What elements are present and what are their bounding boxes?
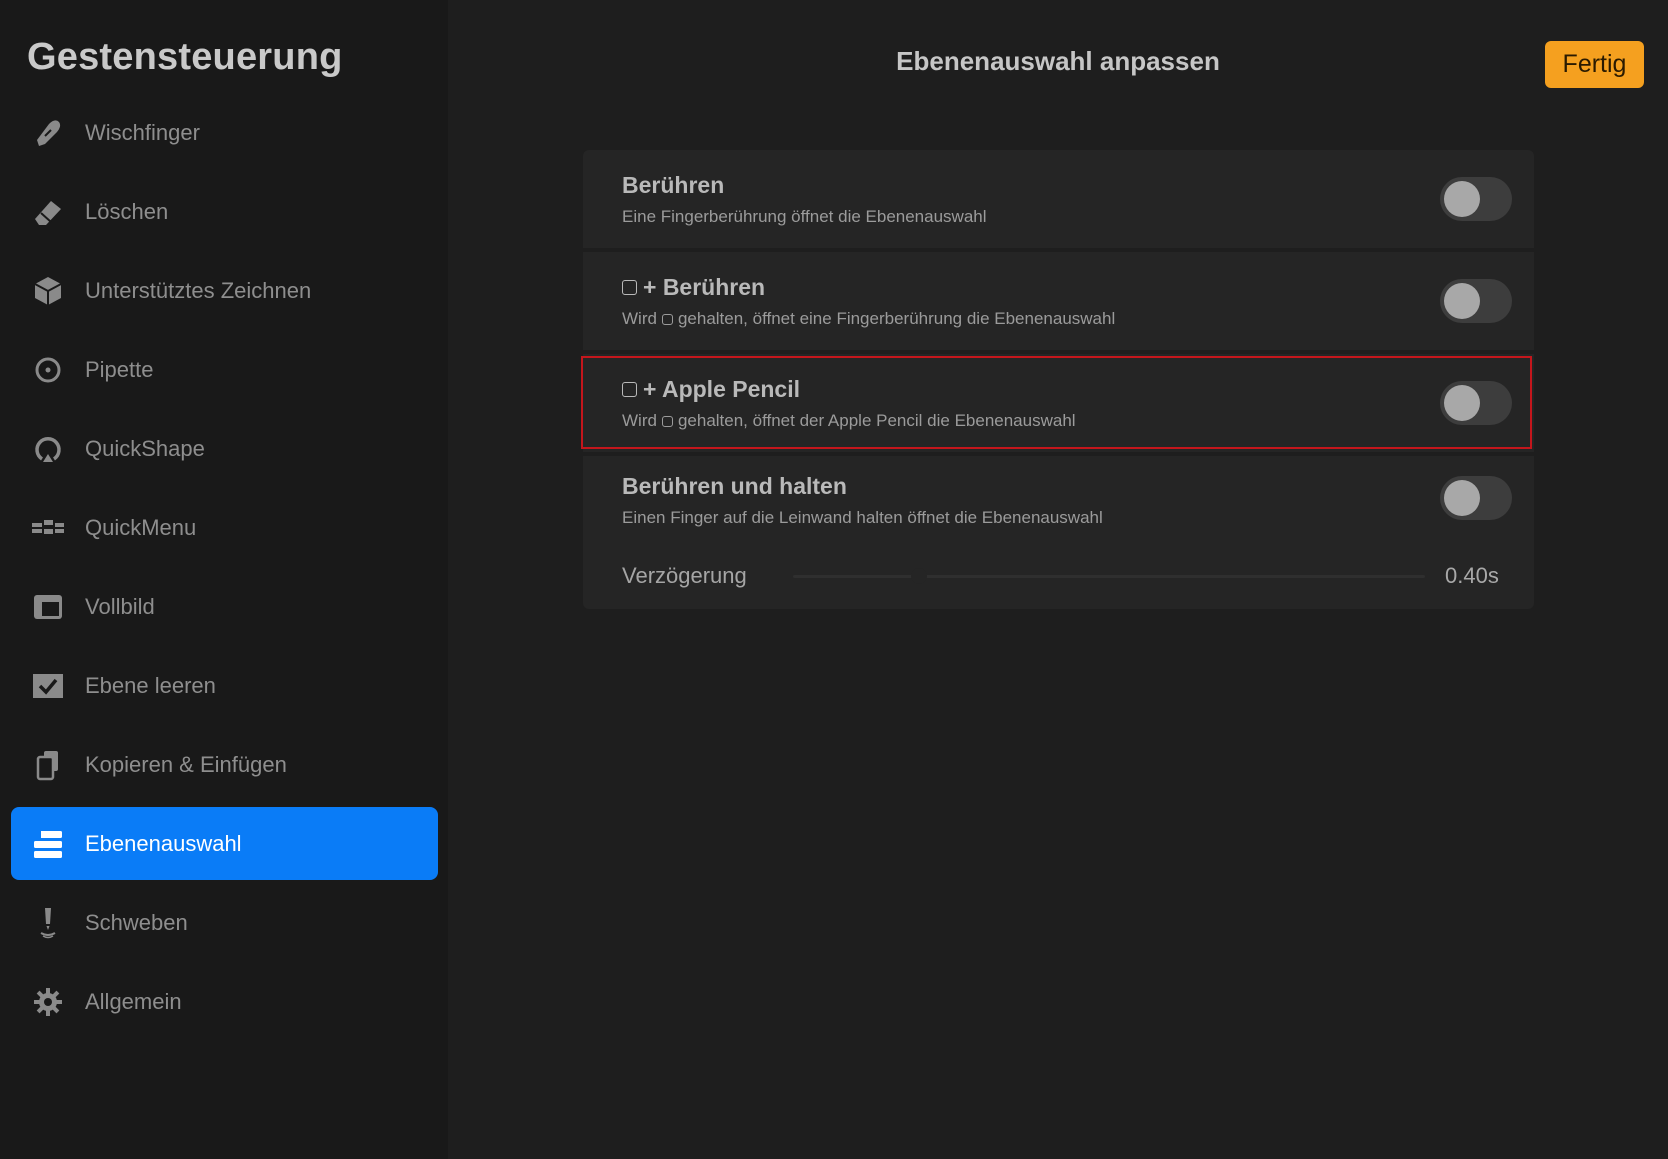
sidebar-item-label: Ebenenauswahl xyxy=(85,830,242,856)
setting-title-wrap: + Berühren xyxy=(622,274,765,301)
quickshape-icon xyxy=(25,426,71,472)
delay-label: Verzögerung xyxy=(622,563,747,588)
setting-subtitle: Eine Fingerberührung öffnet die Ebenenau… xyxy=(622,207,987,226)
sidebar-item-kopieren-einfuegen[interactable]: Kopieren & Einfügen xyxy=(11,728,438,801)
modifier-key-icon xyxy=(622,382,637,397)
quickmenu-icon xyxy=(25,505,71,551)
sidebar-item-label: Löschen xyxy=(85,198,169,224)
sidebar-item-allgemein[interactable]: Allgemein xyxy=(11,965,438,1038)
touch-and-hold-toggle[interactable] xyxy=(1440,476,1512,520)
sidebar-item-label: Pipette xyxy=(85,356,154,382)
sidebar-item-ebene-leeren[interactable]: Ebene leeren xyxy=(11,649,438,722)
toggle-knob xyxy=(1444,181,1480,217)
setting-subtitle-post: gehalten, öffnet der Apple Pencil die Eb… xyxy=(677,411,1076,430)
sidebar-item-label: QuickMenu xyxy=(85,514,197,540)
sidebar-item-label: Schweben xyxy=(85,909,188,935)
setting-subtitle-pre: Wird xyxy=(622,411,657,430)
setting-title-wrap: + Apple Pencil xyxy=(622,376,800,403)
gear-icon xyxy=(25,979,71,1025)
sidebar-item-label: Unterstütztes Zeichnen xyxy=(85,277,312,303)
done-button[interactable]: Fertig xyxy=(1545,41,1644,88)
sidebar-item-label: QuickShape xyxy=(85,435,205,461)
sidebar-item-label: Vollbild xyxy=(85,593,155,619)
modifier-touch-toggle[interactable] xyxy=(1440,279,1512,323)
modifier-key-icon xyxy=(661,415,673,427)
sidebar-item-vollbild[interactable]: Vollbild xyxy=(11,570,438,643)
delay-slider[interactable] xyxy=(793,575,1425,578)
sidebar: Gestensteuerung Wischfinger Löschen Unte… xyxy=(0,0,448,1159)
setting-subtitle-post: gehalten, öffnet eine Fingerberührung di… xyxy=(677,309,1116,328)
page-title: Ebenenauswahl anpassen xyxy=(896,46,1220,76)
modifier-key-icon xyxy=(622,280,637,295)
sidebar-item-quickshape[interactable]: QuickShape xyxy=(11,412,438,485)
setting-title: Berühren und halten xyxy=(622,473,847,499)
modifier-key-icon xyxy=(661,313,673,325)
eraser-icon xyxy=(25,189,71,235)
delay-value: 0.40s xyxy=(1445,563,1499,588)
sidebar-item-ebenenauswahl[interactable]: Ebenenauswahl xyxy=(11,807,438,880)
sidebar-item-wischfinger[interactable]: Wischfinger xyxy=(11,96,438,169)
sidebar-item-pipette[interactable]: Pipette xyxy=(11,333,438,406)
clear-layer-icon xyxy=(25,663,71,709)
toggle-knob xyxy=(1444,480,1480,516)
eyedropper-icon xyxy=(25,347,71,393)
setting-row-modifier-touch: + Berühren Wird gehalten, öffnet eine Fi… xyxy=(583,252,1534,350)
layer-select-icon xyxy=(25,821,71,867)
cube-icon xyxy=(25,268,71,314)
setting-subtitle: Einen Finger auf die Leinwand halten öff… xyxy=(622,508,1103,527)
sidebar-item-quickmenu[interactable]: QuickMenu xyxy=(11,491,438,564)
copy-paste-icon xyxy=(25,742,71,788)
sidebar-item-label: Ebene leeren xyxy=(85,672,216,698)
modifier-apple-pencil-toggle[interactable] xyxy=(1440,381,1512,425)
setting-row-modifier-apple-pencil: + Apple Pencil Wird gehalten, öffnet der… xyxy=(583,354,1534,452)
setting-subtitle-wrap: Wird gehalten, öffnet der Apple Pencil d… xyxy=(622,411,1076,431)
setting-row-touch: Berühren Eine Fingerberührung öffnet die… xyxy=(583,150,1534,248)
setting-title: Berühren xyxy=(622,172,725,198)
setting-subtitle-wrap: Wird gehalten, öffnet eine Fingerberühru… xyxy=(622,309,1115,329)
sidebar-item-label: Kopieren & Einfügen xyxy=(85,751,287,777)
smudge-finger-icon xyxy=(25,110,71,156)
sidebar-item-schweben[interactable]: Schweben xyxy=(11,886,438,959)
setting-subtitle-pre: Wird xyxy=(622,309,657,328)
setting-title: + Berühren xyxy=(643,274,766,300)
toggle-knob xyxy=(1444,385,1480,421)
touch-toggle[interactable] xyxy=(1440,177,1512,221)
hover-icon xyxy=(25,900,71,946)
sidebar-item-label: Allgemein xyxy=(85,988,182,1014)
setting-title: + Apple Pencil xyxy=(643,376,801,402)
fullscreen-icon xyxy=(25,584,71,630)
sidebar-item-loeschen[interactable]: Löschen xyxy=(11,175,438,248)
sidebar-item-label: Wischfinger xyxy=(85,119,200,145)
sidebar-item-unterstuetztes-zeichnen[interactable]: Unterstütztes Zeichnen xyxy=(11,254,438,327)
toggle-knob xyxy=(1444,283,1480,319)
sidebar-title: Gestensteuerung xyxy=(27,36,343,78)
